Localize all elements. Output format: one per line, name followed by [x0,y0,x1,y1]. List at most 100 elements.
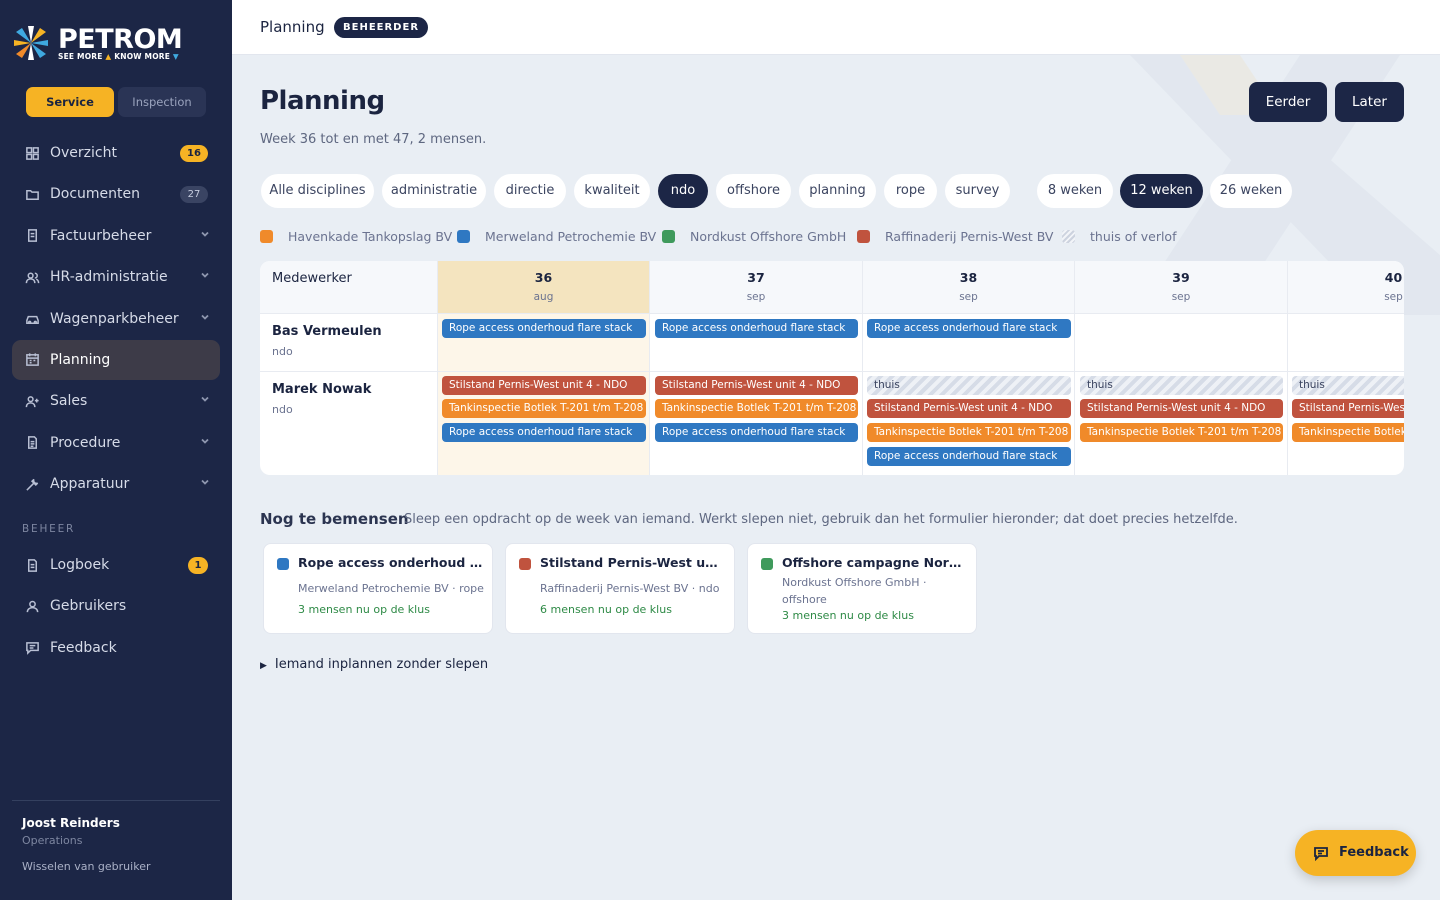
range-chip-26-weken[interactable]: 26 weken [1210,174,1292,208]
planning-grid: Medewerker 36 aug 37 sep 38 sep 39 sep 40 sep… [260,261,1404,475]
sidebar-item-sales[interactable]: Sales [12,381,220,421]
range-chip-8-weken[interactable]: 8 weken [1037,174,1113,208]
week-header-38[interactable]: 38 sep [863,261,1075,314]
assignment-block[interactable]: Stilstand Pernis-West unit 4 - NDO [442,376,646,395]
sidebar-item-overzicht[interactable]: Overzicht 16 [12,133,220,173]
assignment-block[interactable]: Stilstand Pernis-West unit 4 - NDO [655,376,858,395]
week-header-37[interactable]: 37 sep [650,261,863,314]
brand-name: PETROM [58,24,183,55]
sidebar-item-logboek[interactable]: Logboek 1 [12,545,220,585]
card-subtitle: Merweland Petrochemie BV · rope [298,582,484,595]
assignment-block[interactable]: Tankinspectie Botlek T-201 t/m T-208 [1292,423,1404,442]
petrom-logo[interactable]: PETROM SEE MORE ▲ KNOW MORE ▼ [14,24,204,68]
assignment-block[interactable]: Rope access onderhoud flare stack [655,423,858,442]
filter-chip-directie[interactable]: directie [494,174,566,208]
chevron-down-icon [200,477,210,487]
sidebar-nav: Overzicht 16 Documenten 27 Factuurbeheer… [12,133,220,506]
employee-discipline: ndo [272,403,293,416]
assignment-block[interactable]: Rope access onderhoud flare stack [867,447,1071,466]
filter-chip-rope[interactable]: rope [884,174,937,208]
chevron-down-icon [200,312,210,322]
card-people-count: 3 mensen nu op de klus [298,603,430,616]
manual-schedule-toggle[interactable]: ▶ Iemand inplannen zonder slepen [260,657,488,672]
legend-swatch-green [662,229,675,243]
topbar-title: Planning [260,18,325,36]
sidebar-item-label: Factuurbeheer [50,227,152,244]
employee-discipline: ndo [272,345,293,358]
range-chip-12-weken[interactable]: 12 weken [1120,174,1203,208]
documenten-count-badge: 27 [180,186,208,204]
sidebar-item-label: Feedback [50,639,117,656]
assignment-block[interactable]: Rope access onderhoud flare stack [442,423,646,442]
earlier-button[interactable]: Eerder [1249,82,1327,122]
sidebar: PETROM SEE MORE ▲ KNOW MORE ▼ Service In… [0,0,232,900]
current-user-name: Joost Reinders [22,816,120,830]
sidebar-item-factuurbeheer[interactable]: Factuurbeheer [12,216,220,256]
topbar: Planning BEHEERDER [232,0,1440,55]
filter-chip-alle-disciplines[interactable]: Alle disciplines [261,174,374,208]
sidebar-item-procedure[interactable]: Procedure [12,423,220,463]
filter-chip-administratie[interactable]: administratie [382,174,486,208]
sidebar-item-planning[interactable]: Planning [12,339,220,380]
role-badge: BEHEERDER [334,17,429,38]
feedback-icon [1313,845,1329,862]
filter-chip-kwaliteit[interactable]: kwaliteit [574,174,650,208]
assignment-block[interactable]: Tankinspectie Botlek T-201 t/m T-208 [442,399,646,418]
leave-block[interactable]: thuis [867,376,1071,395]
assignment-block[interactable]: Tankinspectie Botlek T-201 t/m T-208 [867,423,1071,442]
card-title: Offshore campagne Nordkust [782,555,968,570]
sidebar-admin-nav: Logboek 1 Gebruikers Feedback [12,545,220,669]
filter-chip-offshore[interactable]: offshore [716,174,791,208]
sidebar-item-label: Wagenparkbeheer [50,310,179,327]
chevron-down-icon [200,229,210,239]
sidebar-item-documenten[interactable]: Documenten 27 [12,174,220,214]
card-color-swatch [519,558,531,570]
grid-header-medewerker: Medewerker [260,261,438,314]
assignment-block[interactable]: Stilstand Pernis-West unit 4 - NDO [867,399,1071,418]
filter-chip-planning[interactable]: planning [799,174,876,208]
logbook-icon [24,557,40,573]
leave-block[interactable]: thuis [1080,376,1283,395]
card-color-swatch [277,558,289,570]
feedback-fab-button[interactable]: Feedback [1295,830,1416,876]
assignment-block[interactable]: Rope access onderhoud flare stack [655,319,858,338]
open-assignment-card[interactable]: Rope access onderhoud flare stack Merwel… [263,543,493,634]
open-assignment-card[interactable]: Stilstand Pernis-West unit 4 - NDO Raffi… [505,543,735,634]
mode-service-button[interactable]: Service [26,87,114,117]
filter-chip-survey[interactable]: survey [945,174,1010,208]
week-header-36[interactable]: 36 aug [438,261,650,314]
current-user-role: Operations [22,834,83,847]
later-button[interactable]: Later [1335,82,1404,122]
sidebar-item-wagenparkbeheer[interactable]: Wagenparkbeheer [12,299,220,339]
folder-icon [24,186,40,202]
user-icon [24,598,40,614]
overzicht-count-badge: 16 [180,145,208,162]
filter-chip-ndo[interactable]: ndo [658,174,708,208]
assignment-block[interactable]: Rope access onderhoud flare stack [867,319,1071,338]
open-assignment-card[interactable]: Offshore campagne Nordkust Nordkust Offs… [747,543,977,634]
assignment-block[interactable]: Rope access onderhoud flare stack [442,319,646,338]
assignment-block[interactable]: Tankinspectie Botlek T-201 t/m T-208 [655,399,858,418]
assignment-block[interactable]: Tankinspectie Botlek T-201 t/m T-208 [1080,423,1283,442]
legend-swatch-orange [260,229,273,243]
legend-item: thuis of verlof [1062,227,1176,245]
employee-name: Bas Vermeulen [272,324,382,339]
sidebar-item-apparatuur[interactable]: Apparatuur [12,464,220,504]
assignment-block[interactable]: Stilstand Pernis-West unit 4 - NDO [1080,399,1283,418]
user-plus-icon [24,393,40,409]
legend-item: Raffinaderij Pernis-West BV [857,227,1053,245]
mode-inspection-button[interactable]: Inspection [118,87,206,117]
sidebar-item-gebruikers[interactable]: Gebruikers [12,586,220,626]
assignment-block[interactable]: Stilstand Pernis-West unit 4 - NDO [1292,399,1404,418]
card-title: Rope access onderhoud flare stack [298,555,484,570]
week-header-39[interactable]: 39 sep [1075,261,1288,314]
sidebar-item-label: Planning [50,351,111,368]
chevron-down-icon [200,436,210,446]
leave-block[interactable]: thuis [1292,376,1404,395]
sidebar-item-label: Sales [50,393,88,410]
sidebar-item-feedback[interactable]: Feedback [12,628,220,668]
switch-user-link[interactable]: Wisselen van gebruiker [22,860,150,873]
week-header-40[interactable]: 40 sep [1288,261,1404,314]
sidebar-item-hr-administratie[interactable]: HR-administratie [12,257,220,297]
legend-swatch-hatch [1062,229,1075,243]
